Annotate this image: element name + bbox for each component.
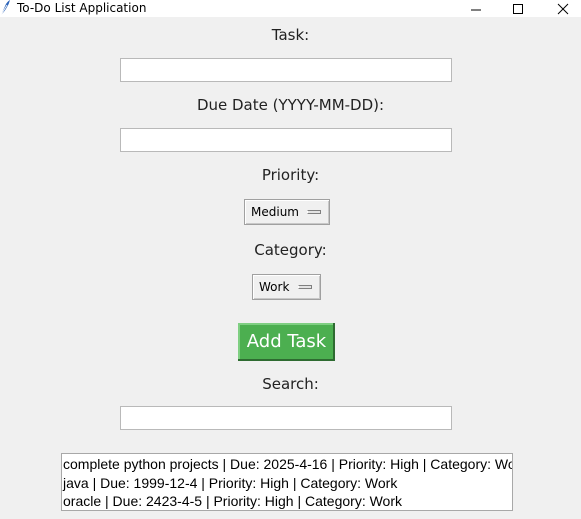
- category-selected-value: Work: [259, 280, 290, 294]
- task-input[interactable]: [120, 58, 452, 82]
- close-button[interactable]: [543, 0, 581, 17]
- window-title: To-Do List Application: [17, 1, 147, 15]
- search-input[interactable]: [120, 406, 452, 430]
- priority-dropdown[interactable]: Medium: [244, 199, 330, 225]
- minimize-icon: [471, 9, 481, 10]
- add-task-button[interactable]: Add Task: [238, 323, 335, 361]
- category-label: Category:: [254, 241, 327, 259]
- category-dropdown[interactable]: Work: [252, 274, 321, 300]
- dropdown-indicator-icon: [298, 285, 312, 289]
- task-listbox[interactable]: complete python projects | Due: 2025-4-1…: [61, 453, 513, 511]
- dropdown-indicator-icon: [307, 210, 321, 214]
- task-label: Task:: [271, 26, 310, 44]
- feather-icon: [0, 0, 12, 16]
- priority-label: Priority:: [261, 166, 320, 184]
- minimize-button[interactable]: [456, 0, 496, 17]
- search-label: Search:: [262, 375, 319, 393]
- list-item[interactable]: complete python projects | Due: 2025-4-1…: [62, 455, 512, 474]
- close-icon: [557, 3, 569, 14]
- title-bar[interactable]: To-Do List Application: [0, 0, 581, 17]
- app-window: To-Do List Application Task: Due Date (Y…: [0, 0, 581, 519]
- due-date-label: Due Date (YYYY-MM-DD):: [196, 96, 385, 114]
- list-item[interactable]: oracle | Due: 2423-4-5 | Priority: High …: [62, 492, 512, 510]
- due-date-input[interactable]: [120, 128, 452, 152]
- priority-selected-value: Medium: [251, 205, 299, 219]
- list-item[interactable]: java | Due: 1999-12-4 | Priority: High |…: [62, 474, 512, 493]
- maximize-button[interactable]: [498, 0, 538, 17]
- maximize-icon: [513, 3, 523, 14]
